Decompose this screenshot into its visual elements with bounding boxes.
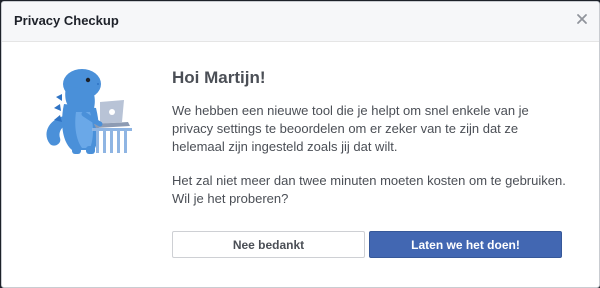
dialog-body: Hoi Martijn! We hebben een nieuwe tool d… <box>172 68 572 224</box>
privacy-checkup-dialog: Privacy Checkup Hoi Martijn! We hebben e… <box>1 1 600 288</box>
dialog-header: Privacy Checkup <box>2 2 599 42</box>
intro-paragraph: We hebben een nieuwe tool die je helpt o… <box>172 103 529 154</box>
invite-paragraph: Het zal niet meer dan twee minuten moete… <box>172 173 566 206</box>
greeting-heading: Hoi Martijn! <box>172 68 266 87</box>
decline-button[interactable]: Nee bedankt <box>172 231 365 258</box>
close-icon[interactable] <box>575 12 589 26</box>
accept-button[interactable]: Laten we het doen! <box>369 231 562 258</box>
privacy-dinosaur-mascot-icon <box>46 69 132 154</box>
dialog-title: Privacy Checkup <box>14 13 119 28</box>
